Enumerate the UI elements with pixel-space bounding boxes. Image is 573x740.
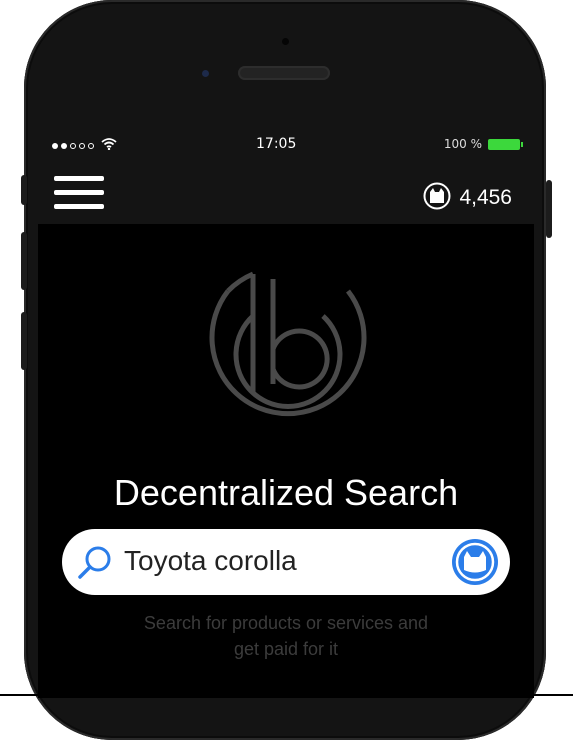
- cat-coin-icon: [423, 182, 451, 214]
- status-time: 17:05: [256, 136, 297, 152]
- signal-dot: [52, 143, 58, 149]
- search-query[interactable]: Toyota corolla: [124, 545, 297, 577]
- earpiece-speaker: [238, 66, 330, 80]
- search-caption: Search for products or services and get …: [98, 610, 474, 662]
- battery-icon: [488, 138, 523, 150]
- search-input[interactable]: Toyota corolla: [62, 529, 510, 595]
- page-title: Decentralized Search: [113, 472, 459, 513]
- phone-frame: 17:05 100 % 4,456 Decentralized Search T…: [0, 0, 573, 740]
- caption-line: get paid for it: [233, 639, 339, 659]
- caption-line: Search for products or services and: [143, 613, 429, 633]
- page-divider: [0, 694, 573, 696]
- volume-up-button: [21, 232, 27, 290]
- token-balance[interactable]: 4,456: [423, 182, 512, 214]
- search-submit-button[interactable]: [450, 537, 500, 591]
- proximity-sensor: [202, 70, 209, 77]
- signal-indicator: [52, 138, 117, 154]
- signal-dot: [79, 143, 85, 149]
- signal-dot: [70, 143, 76, 149]
- signal-dot: [88, 143, 94, 149]
- power-button: [546, 180, 552, 238]
- front-camera: [282, 38, 289, 45]
- b-logo-icon: [188, 244, 388, 444]
- signal-dot: [61, 143, 67, 149]
- battery-indicator: 100 %: [443, 137, 523, 151]
- battery-percent: 100 %: [443, 137, 482, 151]
- top-nav-bar: 4,456: [38, 160, 534, 224]
- volume-down-button: [21, 312, 27, 370]
- mute-switch: [21, 175, 27, 205]
- search-icon: [76, 543, 116, 587]
- hamburger-icon[interactable]: [54, 176, 106, 212]
- token-count: 4,456: [459, 186, 512, 209]
- wifi-icon: [101, 138, 117, 154]
- status-bar: 17:05 100 %: [38, 132, 534, 160]
- phone-screen: 17:05 100 % 4,456 Decentralized Search T…: [38, 132, 534, 698]
